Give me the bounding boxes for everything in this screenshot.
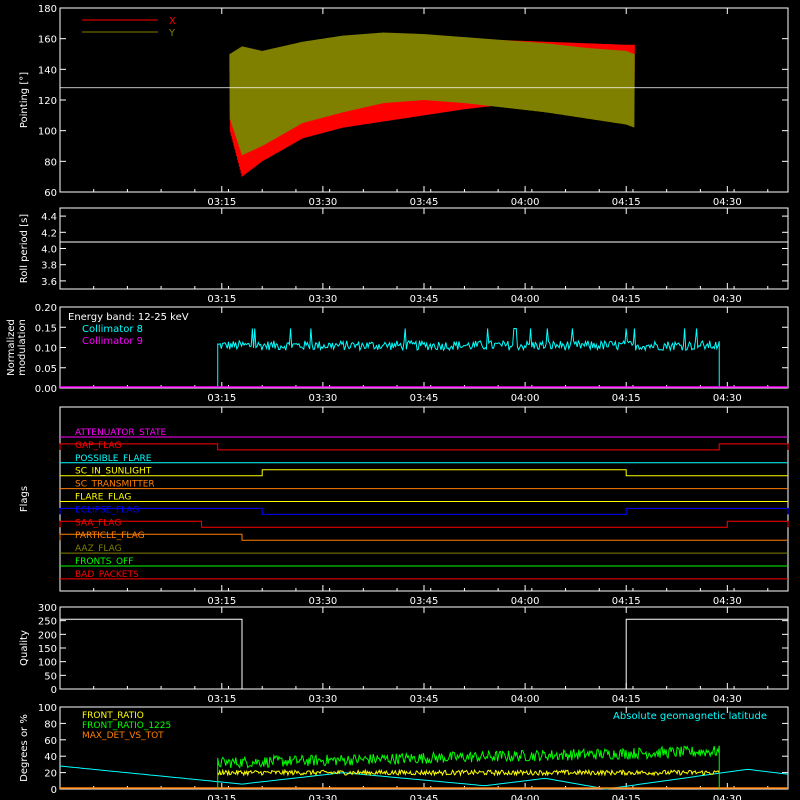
ratios-xtick-label: 03:45 — [410, 794, 439, 800]
modulation-ytick-label: 0.15 — [35, 323, 57, 334]
ratios-legend-max-det-vs-tot: MAX_DET_VS_TOT — [82, 731, 164, 741]
ratios-xtick-label: 04:30 — [713, 794, 742, 800]
modulation-ylabel: modulation — [17, 319, 28, 376]
quality-ytick-label: 300 — [38, 603, 57, 614]
roll-xtick-label: 04:15 — [612, 294, 641, 305]
pointing-xtick-label: 03:45 — [410, 197, 439, 208]
ratios-ytick-label: 0 — [51, 785, 57, 796]
pointing-xtick-label: 03:30 — [308, 197, 337, 208]
roll-xtick-label: 03:30 — [308, 294, 337, 305]
roll-ytick-label: 4.2 — [41, 228, 57, 239]
ratios-ytick-label: 60 — [44, 736, 57, 747]
flag-label-fronts-off: FRONTS_OFF — [75, 557, 133, 567]
ratios-xtick-label: 04:15 — [612, 794, 641, 800]
ratios-ytick-label: 40 — [44, 752, 57, 763]
quality-xtick-label: 04:15 — [612, 694, 641, 705]
quality-xtick-label: 04:00 — [511, 694, 540, 705]
flags-xtick-label: 03:30 — [308, 596, 337, 607]
modulation-ytick-label: 0.20 — [35, 303, 57, 314]
pointing-ytick-label: 140 — [38, 65, 57, 76]
ratios-xtick-label: 03:15 — [207, 794, 236, 800]
ratios-xtick-label: 03:30 — [308, 794, 337, 800]
flags-xtick-label: 04:00 — [511, 596, 540, 607]
pointing-ytick-label: 180 — [38, 4, 57, 15]
flag-label-gap-flag: GAP_FLAG — [75, 441, 121, 451]
roll-ytick-label: 4.0 — [41, 245, 57, 256]
quality-ytick-label: 150 — [38, 644, 57, 655]
pointing-legend-label-y: Y — [168, 28, 176, 39]
quality-ylabel: Quality — [19, 630, 30, 666]
pointing-ylabel: Pointing [°] — [19, 72, 30, 128]
quality-xtick-label: 03:45 — [410, 694, 439, 705]
pointing-xtick-label: 04:00 — [511, 197, 540, 208]
flag-label-flare-flag: FLARE_FLAG — [75, 493, 131, 503]
pointing-xtick-label: 04:30 — [713, 197, 742, 208]
flag-label-particle-flag: PARTICLE_FLAG — [75, 531, 145, 541]
modulation-ytick-label: 0.00 — [35, 384, 57, 395]
ratios-xtick-label: 04:00 — [511, 794, 540, 800]
flag-label-attenuator-state: ATTENUATOR_STATE — [75, 428, 167, 438]
dashboard-figure: 03:15 03:30 03:45 04:00 04:15 04:30 60 80 100 120… — [0, 0, 800, 800]
pointing-xtick-label: 03:15 — [207, 197, 236, 208]
flags-xtick-label: 03:45 — [410, 596, 439, 607]
flag-label-sc-transmitter: SC_TRANSMITTER — [75, 480, 155, 490]
flags-ylabel: Flags — [19, 486, 30, 512]
pointing-ytick-label: 120 — [38, 96, 57, 107]
quality-xtick-label: 04:30 — [713, 694, 742, 705]
roll-xtick-label: 03:15 — [207, 294, 236, 305]
roll-xtick-label: 04:30 — [713, 294, 742, 305]
ratios-ylabel: Degrees or % — [19, 714, 30, 782]
pointing-ytick-label: 160 — [38, 35, 57, 46]
modulation-xtick-label: 03:45 — [410, 393, 439, 404]
modulation-ytick-label: 0.10 — [35, 344, 57, 355]
pointing-ytick-label: 80 — [44, 157, 57, 168]
roll-xtick-label: 04:00 — [511, 294, 540, 305]
quality-ytick-label: 100 — [38, 658, 57, 669]
ratios-annotation-geomagnetic-latitude: Absolute geomagnetic latitude — [613, 711, 767, 722]
flags-xtick-label: 03:15 — [207, 596, 236, 607]
ratios-ytick-label: 20 — [44, 769, 57, 780]
roll-xtick-label: 03:45 — [410, 294, 439, 305]
pointing-xtick-label: 04:15 — [612, 197, 641, 208]
ratios-ytick-label: 80 — [44, 719, 57, 730]
flag-label-sc-in-sunlight: SC_IN_SUNLIGHT — [75, 467, 152, 477]
modulation-xtick-label: 03:15 — [207, 393, 236, 404]
flag-label-aaz-flag: AAZ_FLAG — [75, 544, 122, 554]
flags-xtick-label: 04:30 — [713, 596, 742, 607]
flag-label-eclipse-flag: ECLIPSE_FLAG — [75, 505, 139, 515]
flags-xtick-label: 04:15 — [612, 596, 641, 607]
roll-ytick-label: 3.8 — [41, 261, 57, 272]
quality-ytick-label: 250 — [38, 617, 57, 628]
flag-label-bad-packets: BAD_PACKETS — [75, 570, 139, 580]
flag-label-saa-flag: SAA_FLAG — [75, 518, 121, 528]
pointing-ytick-label: 100 — [38, 127, 57, 138]
roll-ytick-label: 4.4 — [41, 212, 57, 223]
pointing-ytick-label: 60 — [44, 188, 57, 199]
quality-ytick-label: 0 — [51, 685, 57, 696]
roll-ylabel: Roll period [s] — [19, 214, 30, 283]
roll-ytick-label: 3.6 — [41, 277, 57, 288]
ratios-legend-front-ratio: FRONT_RATIO — [82, 711, 144, 721]
quality-xtick-label: 03:30 — [308, 694, 337, 705]
modulation-ylabel: Normalized — [6, 319, 17, 376]
modulation-legend-collimator-8: Collimator 8 — [82, 324, 143, 335]
ratios-ytick-label: 100 — [38, 703, 57, 714]
flag-label-possible-flare: POSSIBLE_FLARE — [75, 454, 152, 464]
modulation-xtick-label: 04:00 — [511, 393, 540, 404]
modulation-legend-collimator-9: Collimator 9 — [82, 336, 143, 347]
modulation-xtick-label: 04:30 — [713, 393, 742, 404]
modulation-xtick-label: 04:15 — [612, 393, 641, 404]
quality-ytick-label: 50 — [44, 671, 57, 682]
quality-xtick-label: 03:15 — [207, 694, 236, 705]
quality-ytick-label: 200 — [38, 630, 57, 641]
ratios-legend-front-ratio-1225: FRONT_RATIO_1225 — [82, 721, 171, 731]
modulation-xtick-label: 03:30 — [308, 393, 337, 404]
modulation-ytick-label: 0.05 — [35, 364, 57, 375]
modulation-annotation-energy-band: Energy band: 12-25 keV — [68, 312, 189, 323]
pointing-legend-label-x: X — [169, 16, 176, 27]
